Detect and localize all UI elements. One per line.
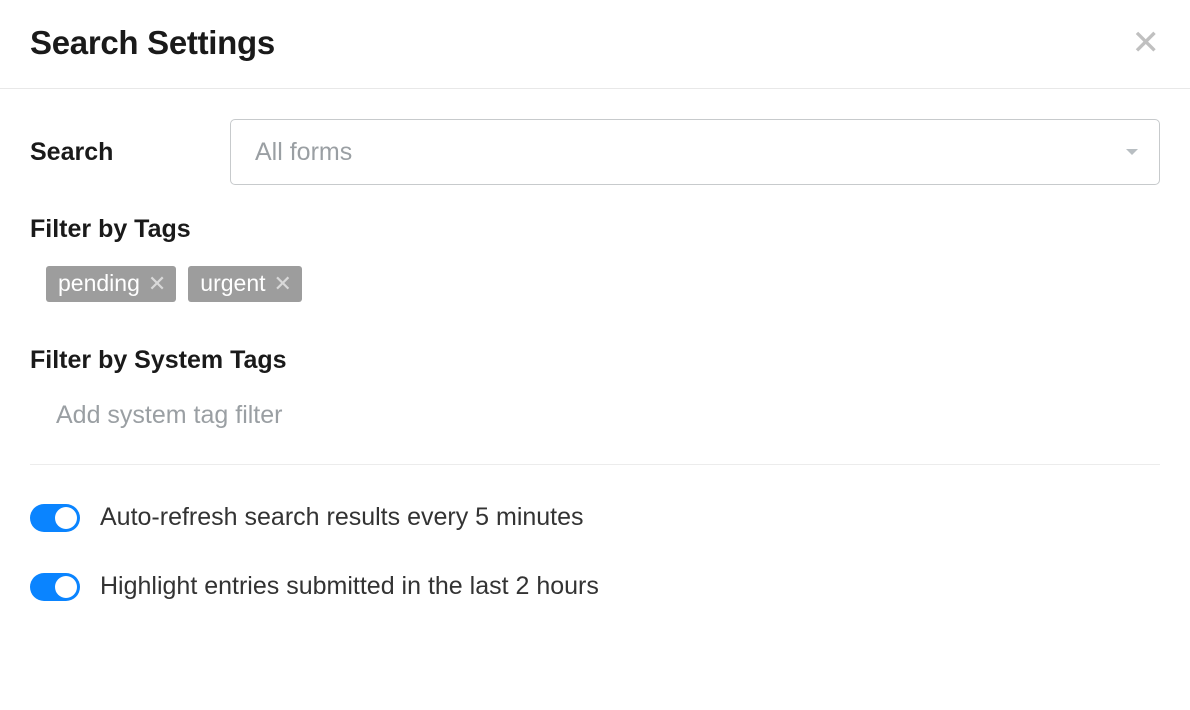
divider (30, 464, 1160, 465)
tag-pending[interactable]: pending ✕ (46, 266, 176, 302)
auto-refresh-label: Auto-refresh search results every 5 minu… (100, 503, 584, 532)
filter-system-tags-label: Filter by System Tags (30, 346, 1160, 375)
toggle-knob (55, 507, 77, 529)
search-settings-modal: Search Settings ✕ Search All forms Filte… (0, 0, 1190, 601)
filter-tags-section: Filter by Tags pending ✕ urgent ✕ (30, 215, 1160, 302)
search-row: Search All forms (30, 119, 1160, 185)
search-select[interactable]: All forms (230, 119, 1160, 185)
auto-refresh-row: Auto-refresh search results every 5 minu… (30, 503, 1160, 532)
modal-header: Search Settings ✕ (0, 0, 1190, 89)
tag-label: urgent (200, 270, 265, 297)
tag-label: pending (58, 270, 140, 297)
filter-tags-row[interactable]: pending ✕ urgent ✕ (30, 266, 1160, 302)
close-icon[interactable]: ✕ (1132, 26, 1161, 60)
search-control-col: All forms (230, 119, 1160, 185)
tag-urgent[interactable]: urgent ✕ (188, 266, 302, 302)
filter-tags-label: Filter by Tags (30, 215, 1160, 244)
tag-remove-icon[interactable]: ✕ (274, 273, 292, 295)
highlight-row: Highlight entries submitted in the last … (30, 572, 1160, 601)
system-tag-input[interactable] (30, 397, 1160, 434)
tag-remove-icon[interactable]: ✕ (148, 273, 166, 295)
highlight-label: Highlight entries submitted in the last … (100, 572, 599, 601)
auto-refresh-toggle[interactable] (30, 504, 80, 532)
toggle-knob (55, 576, 77, 598)
search-label: Search (30, 138, 113, 166)
filter-system-tags-section: Filter by System Tags (30, 346, 1160, 434)
modal-body: Search All forms Filter by Tags pending … (0, 89, 1190, 601)
search-select-value: All forms (230, 119, 1160, 185)
chevron-down-icon (1126, 149, 1138, 155)
search-label-col: Search (30, 138, 230, 167)
highlight-toggle[interactable] (30, 573, 80, 601)
modal-title: Search Settings (30, 24, 275, 62)
